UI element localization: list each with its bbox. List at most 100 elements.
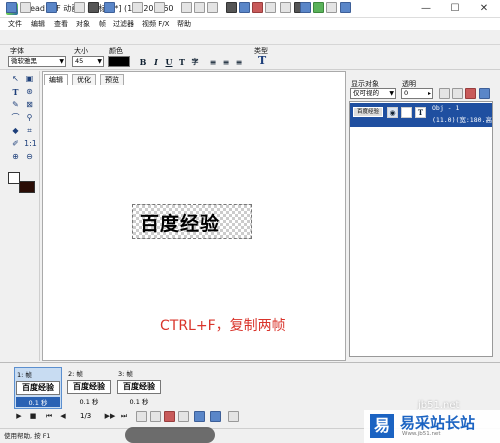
maximize-button[interactable]: ☐ bbox=[441, 0, 469, 18]
bold-button[interactable]: B bbox=[138, 57, 148, 67]
pick-tool-icon[interactable]: ↖ bbox=[10, 74, 21, 84]
redo-icon[interactable] bbox=[154, 2, 165, 13]
size-select[interactable]: 45 ▼ bbox=[72, 56, 104, 67]
play-button[interactable]: ▶ bbox=[14, 411, 24, 421]
eraser-tool-icon[interactable]: ⊠ bbox=[24, 100, 35, 110]
menu-frame[interactable]: 帧 bbox=[99, 19, 106, 29]
frame-delay[interactable]: 0.1 秒 bbox=[16, 397, 60, 407]
object-thumbnail: 百度经验 bbox=[353, 107, 383, 117]
save-icon[interactable] bbox=[46, 2, 57, 13]
stop-button[interactable]: ■ bbox=[28, 411, 38, 421]
menu-filter[interactable]: 过滤器 bbox=[113, 19, 134, 29]
frame-thumbnail: 百度经验 bbox=[117, 380, 161, 394]
frame-properties-icon[interactable] bbox=[178, 411, 189, 422]
chevron-down-icon: ▸ bbox=[427, 90, 431, 97]
zoom-in-icon[interactable]: ⊕ bbox=[10, 152, 21, 162]
tab-optimize[interactable]: 优化 bbox=[72, 74, 96, 85]
undo-icon[interactable] bbox=[132, 2, 143, 13]
magic-wand-tool-icon[interactable]: ⚲ bbox=[24, 113, 35, 123]
paintbrush-tool-icon[interactable]: ✎ bbox=[10, 100, 21, 110]
tween-icon[interactable] bbox=[280, 2, 291, 13]
object-properties-icon[interactable] bbox=[479, 88, 490, 99]
lock-icon[interactable] bbox=[401, 107, 412, 118]
frame-properties-icon[interactable] bbox=[265, 2, 276, 13]
copy-icon[interactable] bbox=[194, 2, 205, 13]
frame-delay[interactable]: 0.1 秒 bbox=[67, 396, 111, 406]
tab-edit[interactable]: 编辑 bbox=[44, 74, 68, 85]
add-frame-icon[interactable] bbox=[239, 2, 250, 13]
status-text: 使用帮助, 按 F1 bbox=[4, 432, 51, 440]
menu-help[interactable]: 帮助 bbox=[177, 19, 191, 29]
delete-frame-icon[interactable] bbox=[164, 411, 175, 422]
frame-delay[interactable]: 0.1 秒 bbox=[117, 396, 161, 406]
menu-video-fx[interactable]: 视频 F/X bbox=[142, 19, 169, 29]
object-list bbox=[349, 101, 493, 357]
add-image-icon[interactable] bbox=[226, 2, 237, 13]
underline-button[interactable]: U bbox=[164, 57, 174, 67]
minimize-button[interactable]: — bbox=[412, 0, 440, 18]
zoom-out-icon[interactable]: ⊖ bbox=[24, 152, 35, 162]
fill-tool-icon[interactable]: ◆ bbox=[10, 126, 21, 136]
menu-object[interactable]: 对象 bbox=[76, 19, 90, 29]
font-label: 字体 bbox=[10, 47, 24, 55]
crop-tool-icon[interactable]: ⌗ bbox=[24, 126, 35, 136]
canvas-text-object[interactable]: 百度经验 bbox=[140, 209, 220, 236]
text-tool-icon[interactable]: T bbox=[10, 87, 21, 97]
watermark-logo: 易 bbox=[370, 414, 394, 438]
export-icon[interactable] bbox=[104, 2, 115, 13]
duplicate-frame-icon[interactable] bbox=[150, 411, 161, 422]
vertical-text-button[interactable]: 字 bbox=[190, 57, 200, 67]
duplicate-object-icon[interactable] bbox=[452, 88, 463, 99]
align-center-button[interactable]: ≡ bbox=[221, 57, 231, 67]
frame-item[interactable]: 1: 帧 百度经验 0.1 秒 bbox=[14, 367, 62, 409]
web-icon[interactable] bbox=[300, 2, 311, 13]
tab-preview[interactable]: 预览 bbox=[100, 74, 124, 85]
menu-view[interactable]: 查看 bbox=[54, 19, 68, 29]
align-right-button[interactable]: ≡ bbox=[234, 57, 244, 67]
copy-frame-icon[interactable] bbox=[88, 2, 99, 13]
preview-icon[interactable] bbox=[326, 2, 337, 13]
frame-item[interactable]: 3: 帧 百度经验 0.1 秒 bbox=[116, 367, 164, 409]
close-button[interactable]: ✕ bbox=[470, 0, 498, 18]
eye-icon[interactable]: ◉ bbox=[387, 107, 398, 118]
new-object-icon[interactable] bbox=[439, 88, 450, 99]
font-value: 微软雅黑 bbox=[11, 57, 37, 65]
strikeout-button[interactable]: T bbox=[177, 57, 187, 67]
open-file-icon[interactable] bbox=[20, 2, 31, 13]
show-objects-select[interactable]: 仅可视的 ▼ bbox=[350, 88, 396, 99]
italic-button[interactable]: I bbox=[151, 57, 161, 67]
text-color-swatch[interactable] bbox=[108, 56, 130, 67]
delete-object-icon[interactable] bbox=[465, 88, 476, 99]
first-frame-button[interactable]: ⏮ bbox=[44, 411, 54, 421]
optimize-icon[interactable] bbox=[313, 2, 324, 13]
lasso-tool-icon[interactable]: ⌒ bbox=[10, 113, 21, 123]
print-icon[interactable] bbox=[74, 2, 85, 13]
menu-file[interactable]: 文件 bbox=[8, 19, 22, 29]
font-select[interactable]: 微软雅黑 ▼ bbox=[8, 56, 66, 67]
align-left-button[interactable]: ≡ bbox=[208, 57, 218, 67]
delete-frame-icon[interactable] bbox=[252, 2, 263, 13]
opacity-field[interactable]: 0 ▸ bbox=[401, 88, 433, 99]
size-value: 45 bbox=[75, 57, 84, 65]
help-cursor-icon[interactable] bbox=[340, 2, 351, 13]
select-tool-icon[interactable]: ▣ bbox=[24, 74, 35, 84]
watermark-text: 易采站长站 bbox=[400, 414, 476, 432]
previous-frame-button[interactable]: ◀ bbox=[58, 411, 68, 421]
preview-frames-icon[interactable] bbox=[228, 411, 239, 422]
transform-tool-icon[interactable]: ⊛ bbox=[24, 87, 35, 97]
foreground-color-swatch[interactable] bbox=[19, 181, 35, 193]
eyedropper-tool-icon[interactable]: ✐ bbox=[10, 139, 21, 149]
tween-frames-icon[interactable] bbox=[194, 411, 205, 422]
next-frame-button[interactable]: ▶▶ bbox=[103, 411, 117, 421]
text-type-icon[interactable]: T bbox=[258, 54, 266, 67]
cut-icon[interactable] bbox=[181, 2, 192, 13]
text-banner-icon[interactable] bbox=[210, 411, 221, 422]
last-frame-button[interactable]: ⏭ bbox=[119, 411, 129, 421]
menu-edit[interactable]: 编辑 bbox=[31, 19, 45, 29]
instruction-annotation: CTRL+F，复制两帧 bbox=[160, 318, 286, 334]
new-file-icon[interactable] bbox=[6, 2, 17, 13]
add-frame-icon[interactable] bbox=[136, 411, 147, 422]
paste-icon[interactable] bbox=[207, 2, 218, 13]
one-to-one-zoom-icon[interactable]: 1:1 bbox=[24, 139, 37, 149]
frame-item[interactable]: 2: 帧 百度经验 0.1 秒 bbox=[66, 367, 114, 409]
